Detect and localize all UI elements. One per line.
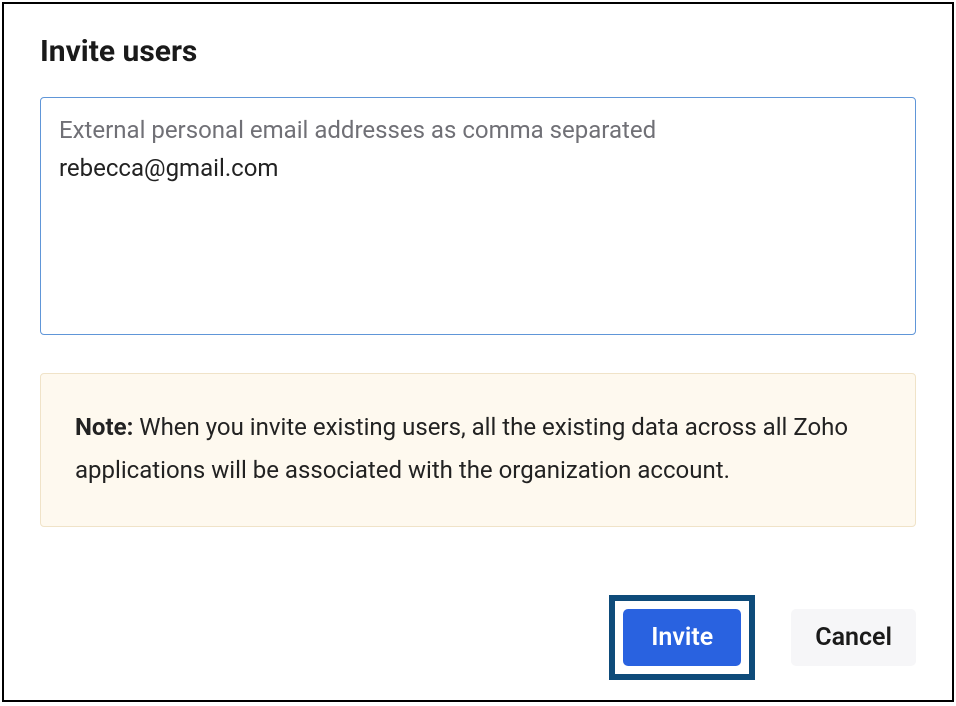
email-input-container[interactable]: External personal email addresses as com… — [40, 97, 916, 335]
note-body: When you invite existing users, all the … — [75, 413, 848, 484]
dialog-title: Invite users — [40, 34, 916, 69]
button-row: Invite Cancel — [609, 595, 916, 680]
invite-highlight-frame: Invite — [609, 595, 755, 680]
email-input[interactable]: rebecca@gmail.com — [59, 152, 897, 219]
note-label: Note: — [75, 413, 133, 441]
invite-users-dialog: Invite users External personal email add… — [2, 2, 954, 702]
note-box: Note: When you invite existing users, al… — [40, 373, 916, 527]
cancel-button[interactable]: Cancel — [791, 609, 916, 666]
note-text: Note: When you invite existing users, al… — [75, 406, 881, 492]
email-input-label: External personal email addresses as com… — [59, 116, 897, 144]
invite-button[interactable]: Invite — [623, 609, 741, 666]
